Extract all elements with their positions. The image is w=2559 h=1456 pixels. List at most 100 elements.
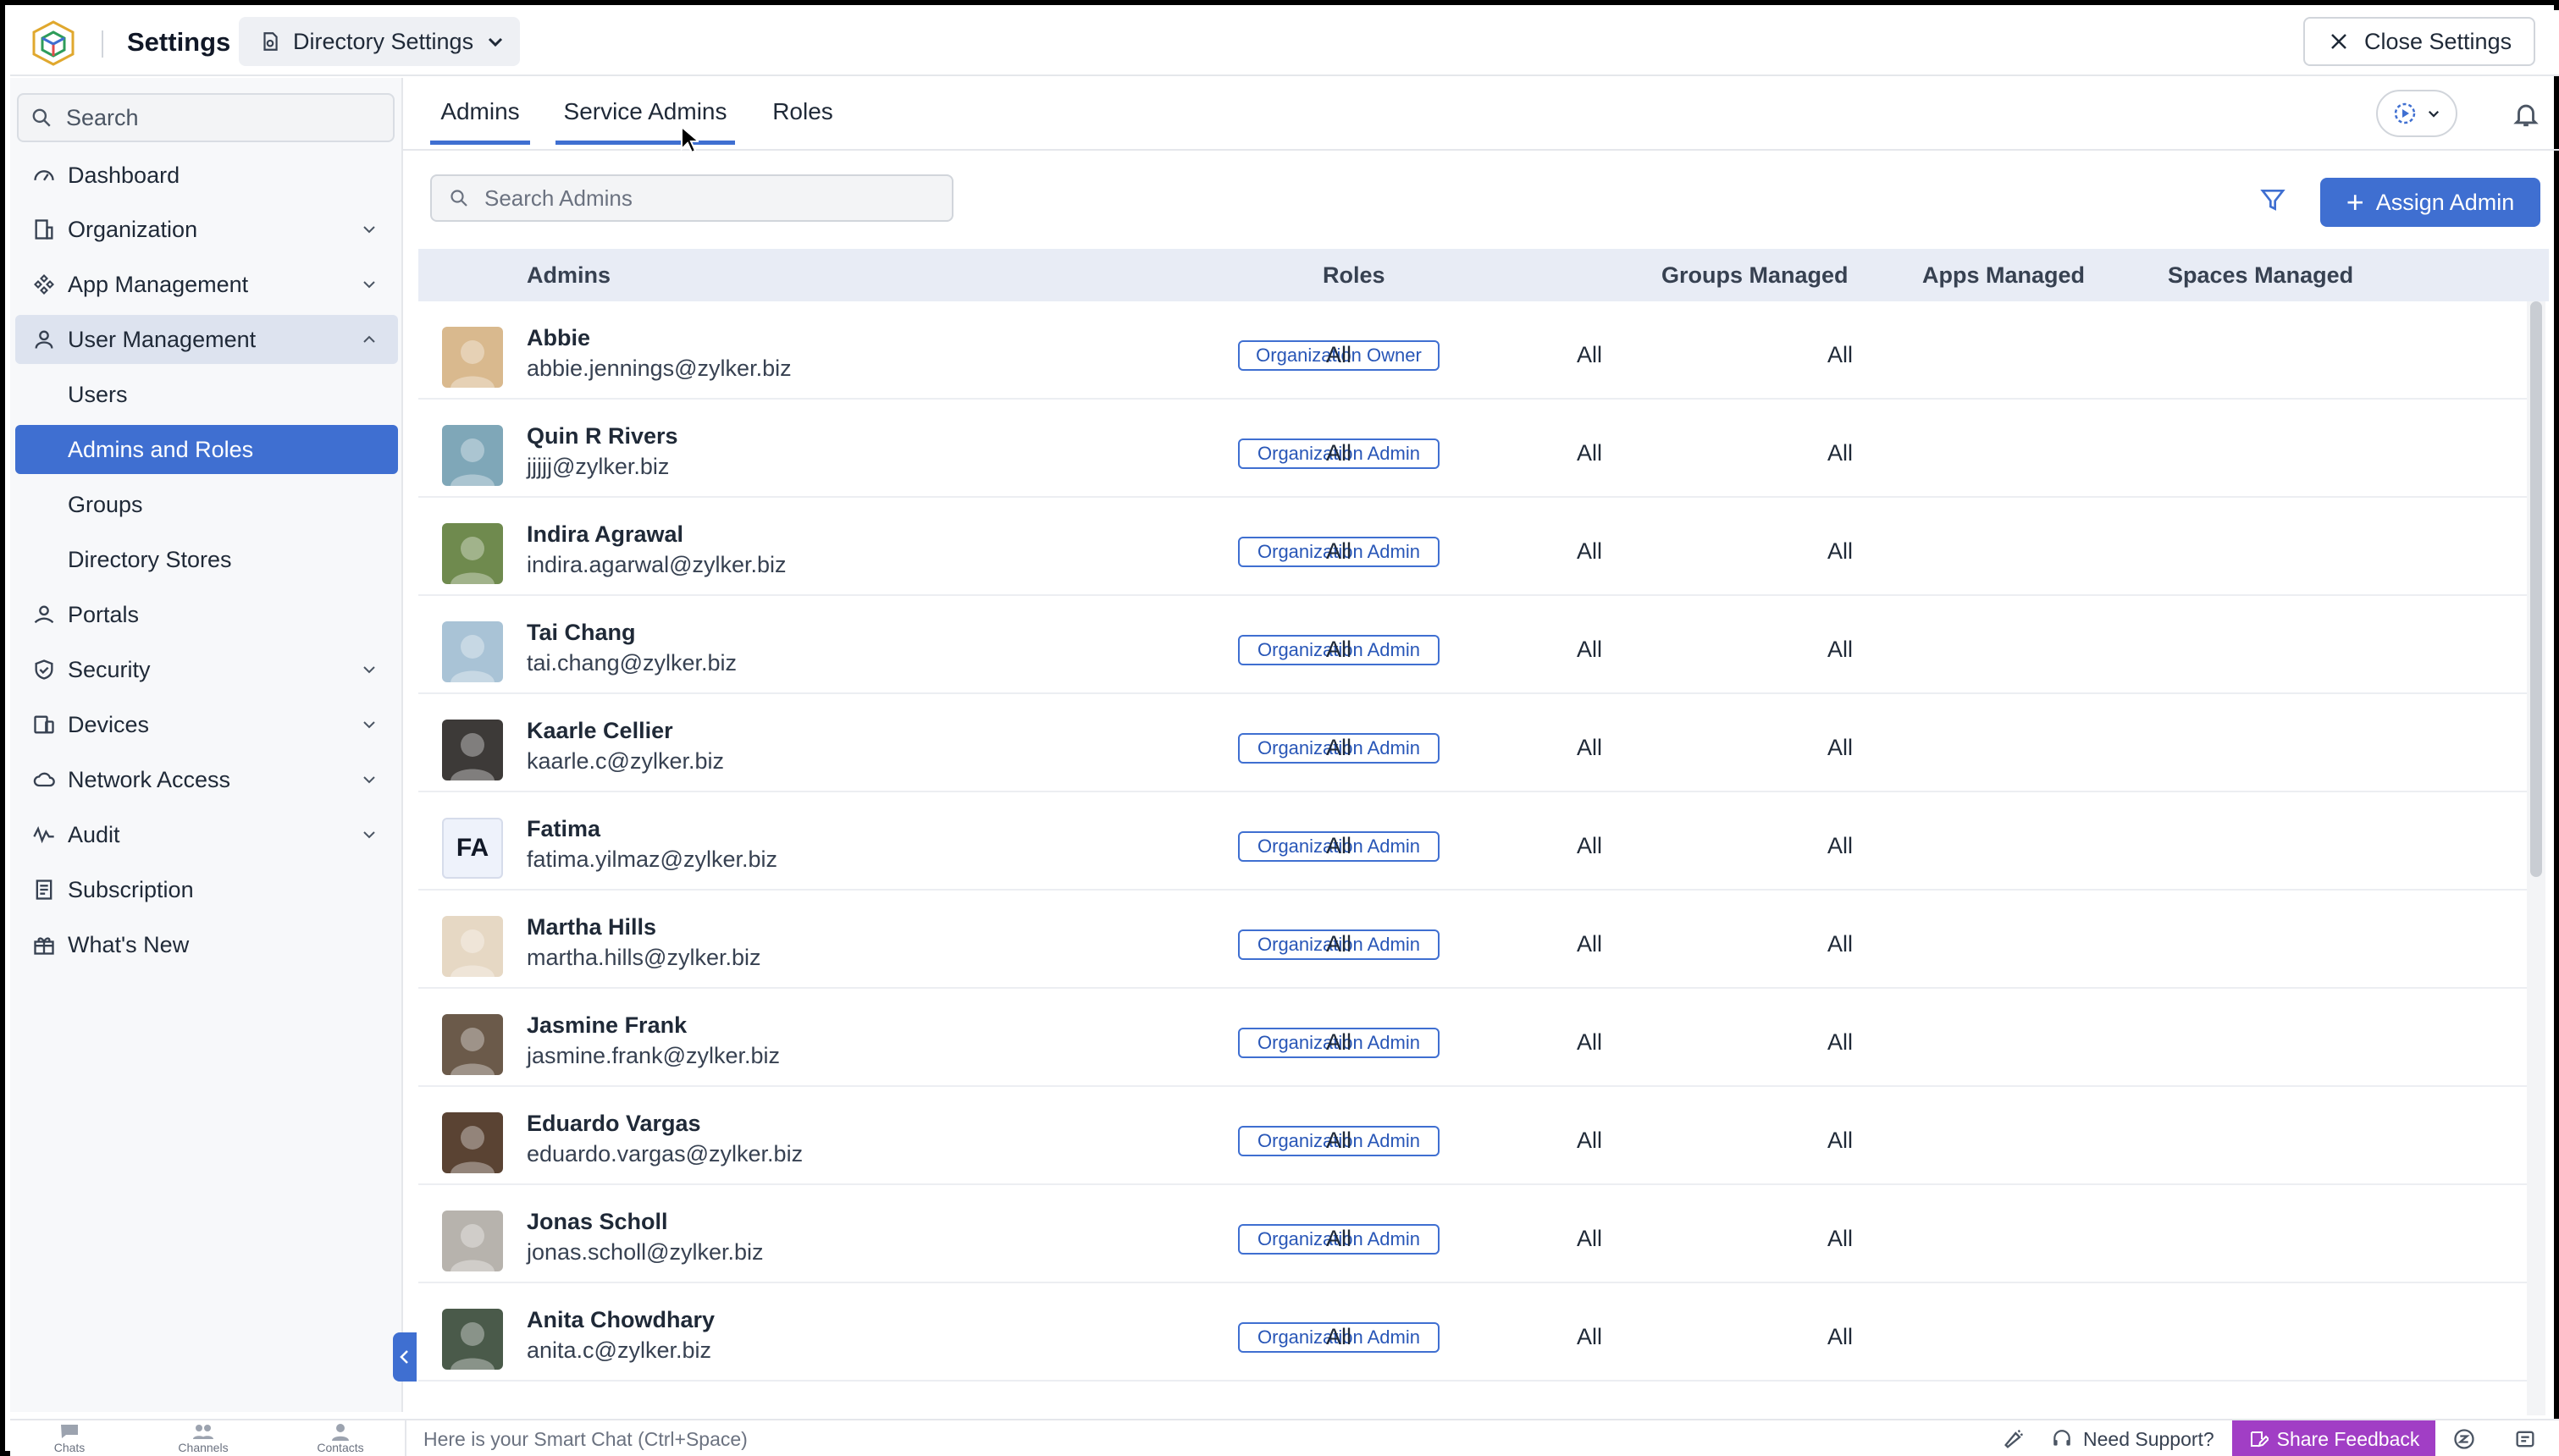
sidebar-item-directory-stores[interactable]: Directory Stores [15, 535, 398, 584]
sidebar-collapse-button[interactable] [393, 1332, 417, 1382]
sidebar-item-portals[interactable]: Portals [15, 590, 398, 639]
spaces-managed-cell: All [1827, 833, 1854, 858]
admin-email: jasmine.frank@zylker.biz [527, 1043, 781, 1068]
sidebar-item-dashboard[interactable]: Dashboard [15, 151, 398, 200]
avatar [442, 621, 503, 682]
column-header-groups-managed[interactable]: Groups Managed [1661, 262, 1849, 289]
assign-admin-button[interactable]: + Assign Admin [2320, 178, 2540, 227]
table-row[interactable]: Eduardo Vargas eduardo.vargas@zylker.biz… [418, 1087, 2527, 1185]
chevron-down-icon [2428, 110, 2440, 118]
table-row[interactable]: Abbie abbie.jennings@zylker.biz Organiza… [418, 301, 2527, 400]
screen-recorder-dropdown[interactable] [2376, 90, 2457, 137]
directory-select-label: Directory Settings [293, 28, 474, 54]
sidebar-item-groups[interactable]: Groups [15, 480, 398, 529]
bottom-bar: Chats Channels Contacts Here is your Sma… [10, 1419, 2559, 1456]
search-admins-input[interactable]: Search Admins [430, 174, 953, 222]
avatar [442, 327, 503, 388]
admin-email: jjjjj@zylker.biz [527, 454, 670, 479]
need-support-button[interactable]: Need Support? [2051, 1420, 2214, 1456]
sidebar-item-label: Organization [68, 216, 198, 242]
chevron-down-icon [363, 831, 375, 839]
column-header-apps-managed[interactable]: Apps Managed [1922, 262, 2085, 289]
admins-table-body: Abbie abbie.jennings@zylker.biz Organiza… [418, 301, 2527, 1419]
sidebar-item-organization[interactable]: Organization [15, 205, 398, 254]
bottom-tab-label: Channels [178, 1441, 229, 1454]
apps-managed-cell: All [1577, 538, 1603, 564]
groups-managed-cell: All [1326, 440, 1352, 466]
chevron-left-icon [400, 1350, 408, 1364]
bottom-tab-label: Contacts [317, 1441, 364, 1454]
close-settings-button[interactable]: Close Settings [2303, 17, 2535, 66]
table-row[interactable]: Indira Agrawal indira.agarwal@zylker.biz… [418, 498, 2527, 596]
sidebar-search-placeholder: Search [66, 104, 139, 130]
bottom-tab-chats[interactable]: Chats [19, 1422, 120, 1456]
table-row[interactable]: Tai Chang tai.chang@zylker.biz Organizat… [418, 596, 2527, 694]
spaces-managed-cell: All [1827, 440, 1854, 466]
table-row[interactable]: Jasmine Frank jasmine.frank@zylker.biz O… [418, 989, 2527, 1087]
groups-managed-cell: All [1326, 1226, 1352, 1251]
table-row[interactable]: FA Fatima fatima.yilmaz@zylker.biz Organ… [418, 792, 2527, 891]
column-header-spaces-managed[interactable]: Spaces Managed [2168, 262, 2353, 289]
share-feedback-button[interactable]: Share Feedback [2232, 1420, 2435, 1456]
tab-admins[interactable]: Admins [430, 98, 530, 145]
table-row[interactable]: Kaarle Cellier kaarle.c@zylker.biz Organ… [418, 694, 2527, 792]
admin-name: Jasmine Frank [527, 1012, 688, 1038]
search-admins-placeholder: Search Admins [484, 185, 633, 211]
sidebar-item-whats-new[interactable]: What's New [15, 920, 398, 969]
tab-service-admins[interactable]: Service Admins [555, 98, 735, 145]
table-header: Admins Roles Groups Managed Apps Managed… [418, 249, 2549, 301]
admin-name: Tai Chang [527, 620, 636, 645]
app-window: Settings Directory Settings Close Settin… [0, 0, 2559, 1456]
avatar [442, 1112, 503, 1173]
bottom-tab-channels[interactable]: Channels [152, 1422, 254, 1456]
sidebar-item-subscription[interactable]: Subscription [15, 865, 398, 914]
table-row[interactable]: Martha Hills martha.hills@zylker.biz Org… [418, 891, 2527, 989]
admin-email: anita.c@zylker.biz [527, 1337, 711, 1363]
search-icon [450, 190, 467, 207]
headset-icon [2053, 1430, 2070, 1446]
sidebar-item-app-management[interactable]: App Management [15, 260, 398, 309]
spaces-managed-cell: All [1827, 1029, 1854, 1055]
top-bar: Settings Directory Settings Close Settin… [10, 10, 2559, 76]
cookie-icon[interactable] [2513, 1427, 2537, 1451]
need-support-label: Need Support? [2083, 1427, 2214, 1450]
notification-bell-icon[interactable] [2512, 100, 2540, 129]
mouse-cursor-icon [681, 125, 699, 154]
groups-managed-cell: All [1326, 1324, 1352, 1349]
sidebar-item-audit[interactable]: Audit [15, 810, 398, 859]
groups-managed-cell: All [1326, 1128, 1352, 1153]
sidebar-item-network-access[interactable]: Network Access [15, 755, 398, 804]
sidebar-item-devices[interactable]: Devices [15, 700, 398, 749]
directory-settings-dropdown[interactable]: Directory Settings [239, 17, 520, 66]
chevron-down-icon [363, 666, 375, 674]
column-header-roles[interactable]: Roles [1323, 262, 1385, 289]
table-row[interactable]: Anita Chowdhary anita.c@zylker.biz Organ… [418, 1283, 2527, 1382]
admin-name: Martha Hills [527, 914, 657, 940]
tab-roles[interactable]: Roles [769, 98, 837, 141]
chat-icon [61, 1425, 78, 1438]
table-row[interactable]: Jonas Scholl jonas.scholl@zylker.biz Org… [418, 1185, 2527, 1283]
smart-chat-placeholder: Here is your Smart Chat (Ctrl+Space) [423, 1427, 748, 1450]
scrollbar-thumb[interactable] [2530, 301, 2542, 877]
sidebar-item-security[interactable]: Security [15, 645, 398, 694]
admin-email: indira.agarwal@zylker.biz [527, 552, 787, 577]
plus-icon: + [2346, 185, 2364, 219]
sidebar-item-label: Directory Stores [68, 546, 232, 572]
announcement-icon[interactable] [2002, 1427, 2026, 1451]
admin-name: Indira Agrawal [527, 521, 684, 547]
sidebar-item-users[interactable]: Users [15, 370, 398, 419]
sidebar-item-user-management[interactable]: User Management [15, 315, 398, 364]
portals-icon [34, 605, 54, 624]
zia-icon[interactable] [2452, 1427, 2476, 1451]
table-row[interactable]: Quin R Rivers jjjjj@zylker.biz Organizat… [418, 400, 2527, 498]
smart-chat-input[interactable]: Here is your Smart Chat (Ctrl+Space) [405, 1420, 1988, 1456]
bottom-tab-contacts[interactable]: Contacts [290, 1422, 391, 1456]
groups-managed-cell: All [1326, 538, 1352, 564]
groups-managed-cell: All [1326, 637, 1352, 662]
column-header-admins[interactable]: Admins [527, 262, 611, 289]
filter-icon[interactable] [2259, 186, 2286, 213]
sidebar-item-admins-and-roles[interactable]: Admins and Roles [15, 425, 398, 474]
dashboard-icon [34, 170, 54, 181]
admin-email: jonas.scholl@zylker.biz [527, 1239, 764, 1265]
sidebar-search-input[interactable]: Search [17, 93, 395, 142]
